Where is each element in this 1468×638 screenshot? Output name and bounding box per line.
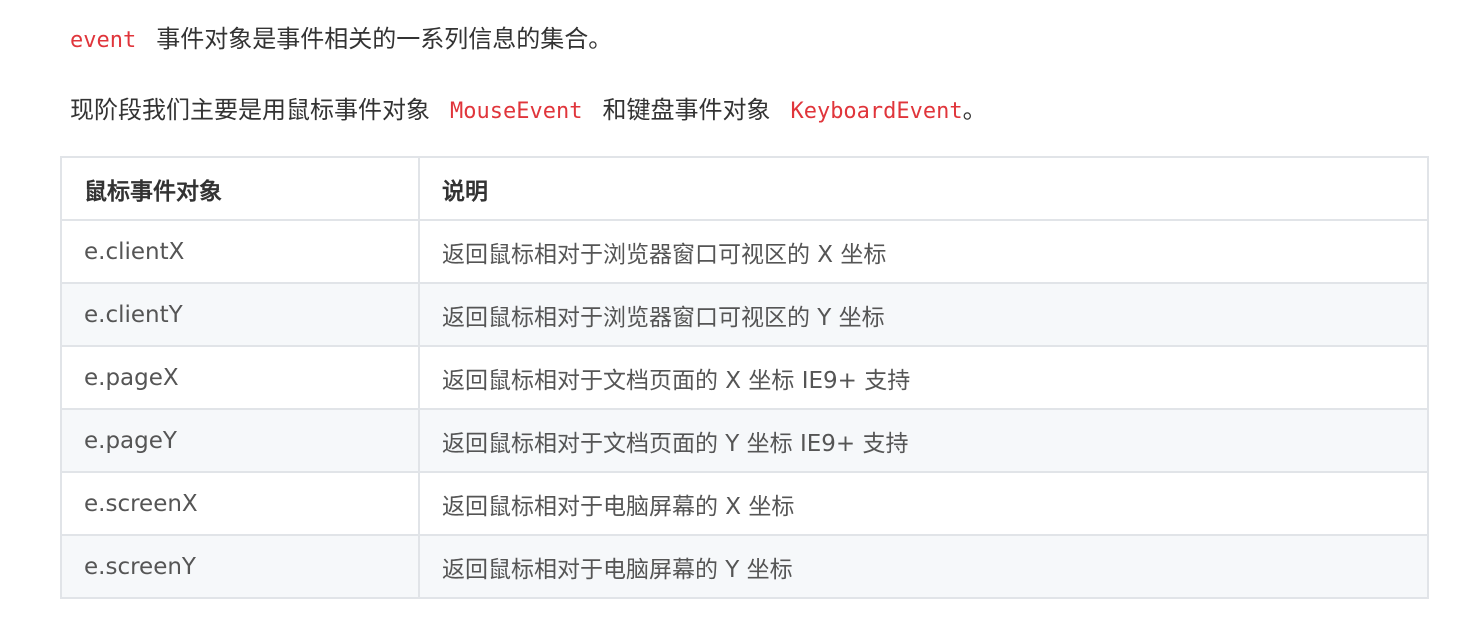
table-row: e.screenY 返回鼠标相对于电脑屏幕的 Y 坐标 <box>60 534 1429 599</box>
intro-text: 事件对象是事件相关的一系列信息的集合。 <box>156 25 613 53</box>
description-cell: 返回鼠标相对于浏览器窗口可视区的 Y 坐标 <box>418 282 1429 347</box>
property-cell: e.clientX <box>60 219 420 284</box>
description-cell: 返回鼠标相对于电脑屏幕的 Y 坐标 <box>418 534 1429 599</box>
table-row: e.pageY 返回鼠标相对于文档页面的 Y 坐标 IE9+ 支持 <box>60 408 1429 473</box>
property-cell: e.screenX <box>60 471 420 536</box>
description-cell: 返回鼠标相对于文档页面的 X 坐标 IE9+ 支持 <box>418 345 1429 410</box>
mouse-event-table: 鼠标事件对象 说明 e.clientX 返回鼠标相对于浏览器窗口可视区的 X 坐… <box>60 156 1429 599</box>
description-cell: 返回鼠标相对于浏览器窗口可视区的 X 坐标 <box>418 219 1429 284</box>
description-cell: 返回鼠标相对于电脑屏幕的 X 坐标 <box>418 471 1429 536</box>
usage-paragraph: 现阶段我们主要是用鼠标事件对象 MouseEvent 和键盘事件对象 Keyboard… <box>70 98 987 123</box>
event-code: event <box>70 28 137 53</box>
usage-middle: 和键盘事件对象 <box>602 96 771 124</box>
property-cell: e.pageX <box>60 345 420 410</box>
table-row: e.clientY 返回鼠标相对于浏览器窗口可视区的 Y 坐标 <box>60 282 1429 347</box>
table-row: e.screenX 返回鼠标相对于电脑屏幕的 X 坐标 <box>60 471 1429 536</box>
usage-suffix: 。 <box>962 96 987 124</box>
table-header-row: 鼠标事件对象 说明 <box>60 156 1429 221</box>
keyboard-event-code: KeyboardEvent <box>790 99 963 124</box>
property-cell: e.pageY <box>60 408 420 473</box>
property-cell: e.clientY <box>60 282 420 347</box>
property-cell: e.screenY <box>60 534 420 599</box>
header-mouse-event-object: 鼠标事件对象 <box>60 156 420 221</box>
intro-paragraph: event 事件对象是事件相关的一系列信息的集合。 <box>70 27 612 52</box>
header-description: 说明 <box>418 156 1429 221</box>
usage-prefix: 现阶段我们主要是用鼠标事件对象 <box>70 96 430 124</box>
table-row: e.pageX 返回鼠标相对于文档页面的 X 坐标 IE9+ 支持 <box>60 345 1429 410</box>
mouse-event-code: MouseEvent <box>450 99 583 124</box>
table-row: e.clientX 返回鼠标相对于浏览器窗口可视区的 X 坐标 <box>60 219 1429 284</box>
description-cell: 返回鼠标相对于文档页面的 Y 坐标 IE9+ 支持 <box>418 408 1429 473</box>
